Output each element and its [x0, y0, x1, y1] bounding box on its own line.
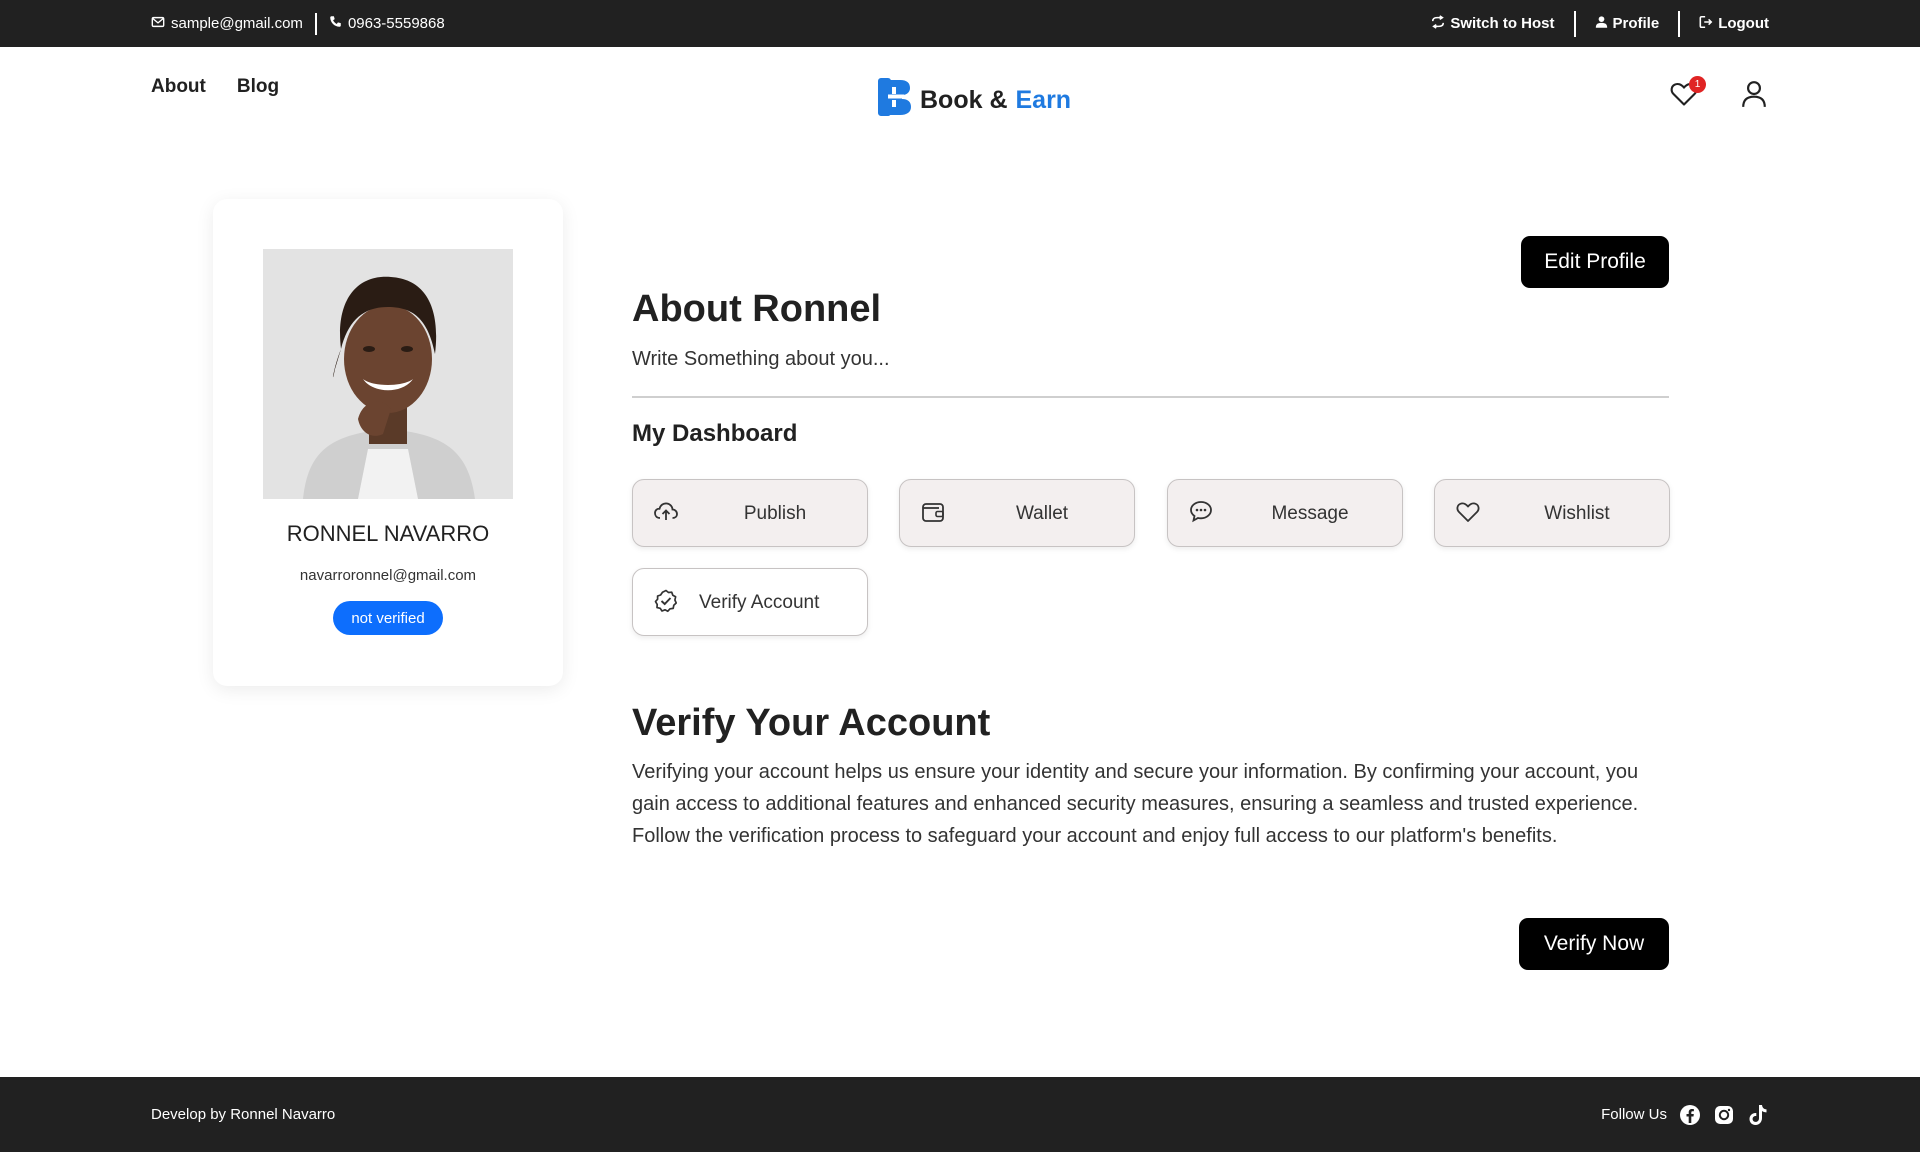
contact-info: sample@gmail.com 0963-5559868 [151, 0, 445, 47]
account-button[interactable] [1738, 80, 1770, 112]
wallet-button[interactable]: Wallet [899, 479, 1135, 547]
footer: Develop by Ronnel Navarro Follow Us [0, 1077, 1920, 1152]
nav-actions: 1 [1668, 76, 1770, 112]
top-actions: Switch to Host Profile Logout [1431, 0, 1769, 47]
nav-link-blog[interactable]: Blog [237, 76, 279, 98]
avatar [263, 249, 513, 499]
brand-name-part1: Book & [920, 86, 1008, 114]
divider [632, 396, 1669, 398]
follow-us-label: Follow Us [1601, 1106, 1667, 1123]
user-outline-icon [1741, 80, 1767, 113]
tiktok-icon[interactable] [1747, 1104, 1769, 1126]
profile-email: navarroronnel@gmail.com [299, 567, 477, 584]
divider [314, 12, 317, 35]
wishlist-dashboard-button[interactable]: Wishlist [1434, 479, 1670, 547]
contact-email: sample@gmail.com [151, 15, 303, 33]
profile-card: RONNEL NAVARRO navarroronnel@gmail.com n… [213, 199, 563, 686]
brand-logo[interactable]: Book & Earn [878, 78, 1071, 123]
top-bar: sample@gmail.com 0963-5559868 Switch to … [0, 0, 1920, 47]
wishlist-count-badge: 1 [1689, 76, 1706, 93]
edit-profile-button[interactable]: Edit Profile [1521, 236, 1669, 288]
publish-label: Publish [743, 503, 807, 524]
status-badge: not verified [333, 601, 443, 635]
social-links: Follow Us [1601, 1077, 1769, 1152]
logout-label: Logout [1718, 15, 1769, 32]
user-icon [1595, 15, 1608, 33]
logout-icon [1699, 15, 1713, 33]
phone-icon [329, 15, 342, 32]
message-button[interactable]: Message [1167, 479, 1403, 547]
wallet-icon [920, 499, 946, 525]
verify-account-button[interactable]: Verify Account [632, 568, 868, 636]
main-nav: About Blog [151, 76, 279, 98]
about-title: About Ronnel [632, 288, 882, 330]
repeat-icon [1431, 14, 1445, 33]
profile-link-label: Profile [1612, 15, 1660, 32]
contact-phone-text: 0963-5559868 [347, 15, 445, 32]
wishlist-label: Wishlist [1544, 503, 1610, 524]
contact-phone: 0963-5559868 [329, 15, 445, 32]
mail-icon [151, 15, 165, 33]
contact-email-text: sample@gmail.com [171, 15, 303, 32]
message-label: Message [1271, 503, 1349, 524]
nav-link-about[interactable]: About [151, 76, 206, 98]
wishlist-button[interactable]: 1 [1668, 76, 1706, 112]
verify-account-label: Verify Account [699, 592, 820, 613]
verify-now-button[interactable]: Verify Now [1519, 918, 1669, 970]
facebook-icon[interactable] [1679, 1104, 1701, 1126]
instagram-icon[interactable] [1713, 1104, 1735, 1126]
profile-name: RONNEL NAVARRO [286, 521, 490, 546]
about-text: Write Something about you... [632, 348, 890, 370]
wallet-label: Wallet [1015, 503, 1069, 524]
chat-icon [1188, 499, 1214, 525]
verified-badge-icon [653, 588, 679, 614]
switch-to-host-label: Switch to Host [1450, 15, 1555, 32]
heart-icon [1455, 499, 1481, 525]
divider [1678, 10, 1681, 37]
verify-section-text: Verifying your account helps us ensure y… [632, 761, 1639, 847]
verify-section-title: Verify Your Account [632, 702, 991, 744]
dashboard-title: My Dashboard [632, 420, 798, 447]
logo-icon [878, 78, 912, 123]
cloud-upload-icon [653, 499, 679, 525]
brand-name-part2: Earn [1015, 86, 1072, 114]
publish-button[interactable]: Publish [632, 479, 868, 547]
switch-to-host-link[interactable]: Switch to Host [1431, 14, 1555, 33]
footer-credit: Develop by Ronnel Navarro [151, 1106, 336, 1123]
divider [1573, 10, 1576, 37]
profile-link[interactable]: Profile [1595, 15, 1660, 33]
logout-link[interactable]: Logout [1699, 15, 1769, 33]
